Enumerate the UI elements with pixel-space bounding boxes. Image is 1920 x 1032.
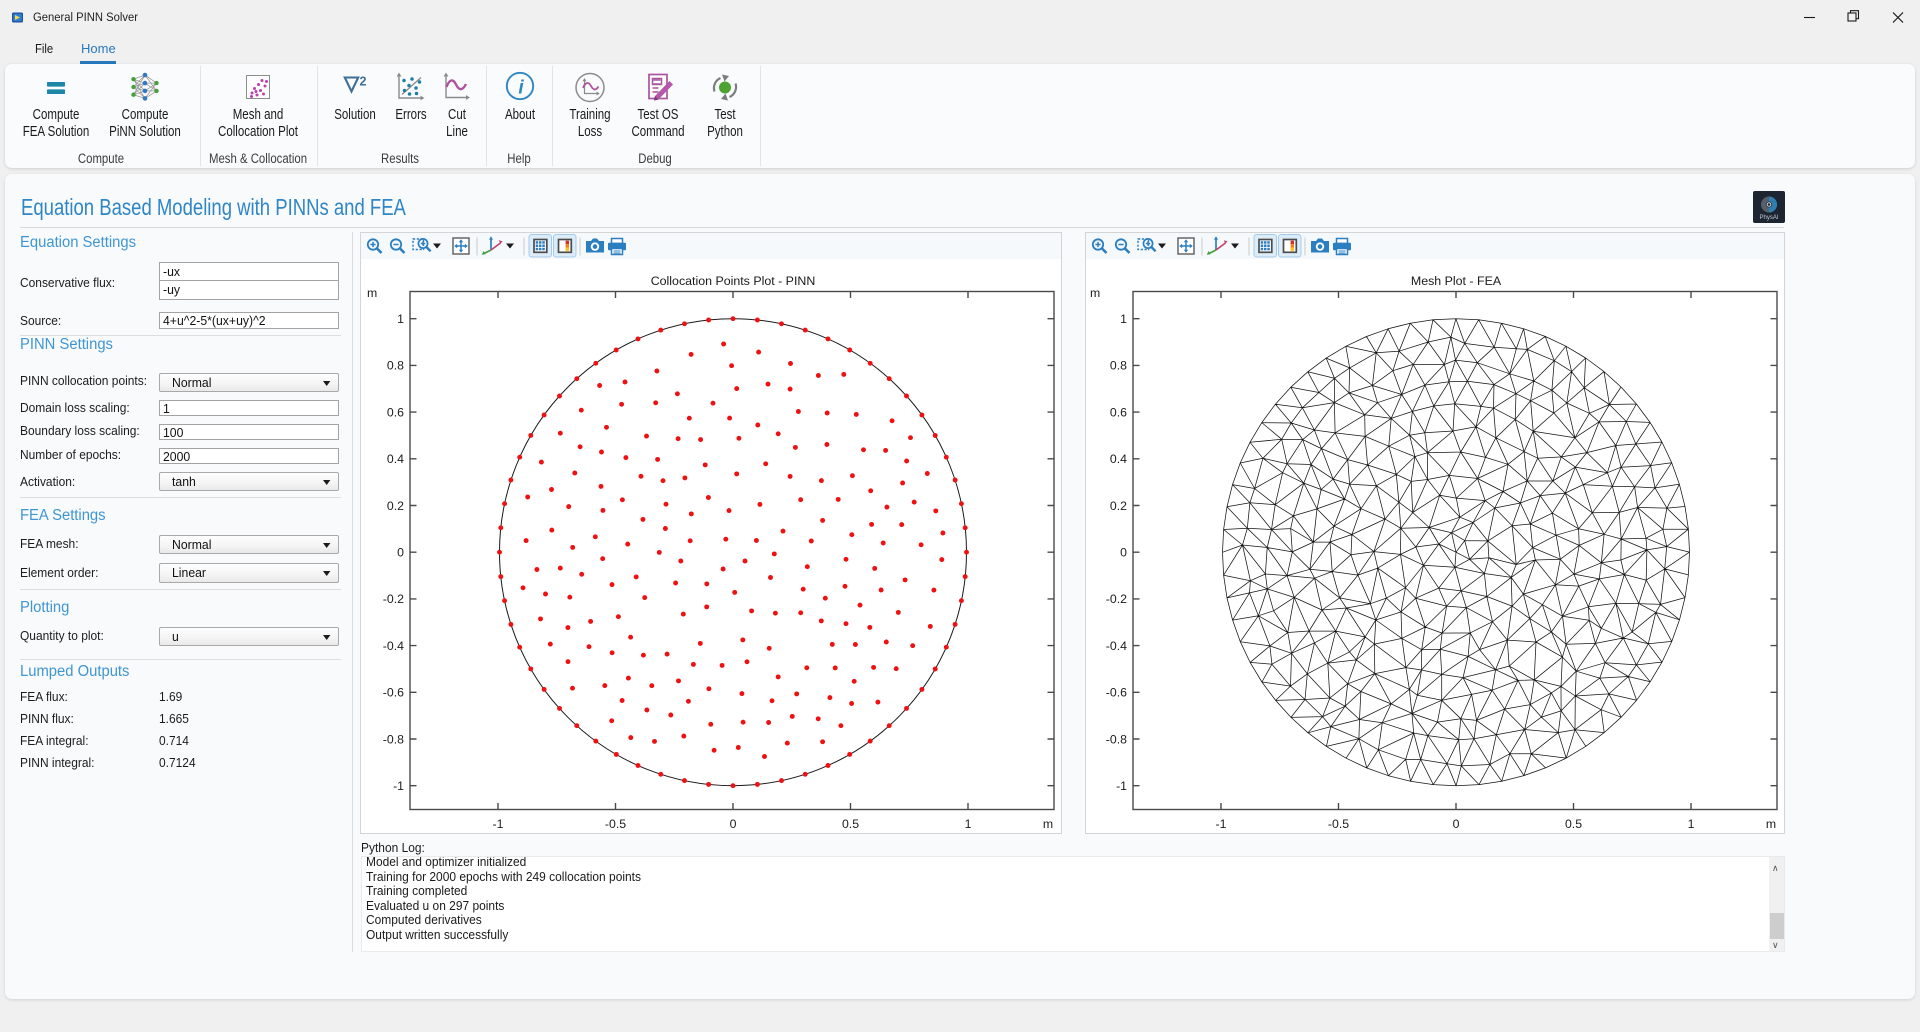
svg-text:m: m — [367, 286, 377, 300]
svg-text:-0.6: -0.6 — [1106, 686, 1127, 700]
svg-text:-0.2: -0.2 — [383, 592, 404, 606]
svg-text:0.5: 0.5 — [842, 817, 859, 831]
svg-text:-0.4: -0.4 — [383, 639, 404, 653]
svg-text:0: 0 — [1453, 817, 1460, 831]
svg-text:-0.6: -0.6 — [383, 686, 404, 700]
svg-text:0.4: 0.4 — [1110, 452, 1127, 466]
svg-text:0.8: 0.8 — [387, 359, 404, 373]
svg-text:0.2: 0.2 — [387, 499, 404, 513]
svg-text:Collocation Points Plot - PINN: Collocation Points Plot - PINN — [651, 274, 816, 288]
svg-text:-0.4: -0.4 — [1106, 639, 1127, 653]
svg-text:-0.8: -0.8 — [383, 732, 404, 746]
svg-text:-1: -1 — [393, 779, 404, 793]
svg-text:-0.8: -0.8 — [1106, 732, 1127, 746]
svg-text:-1: -1 — [1116, 779, 1127, 793]
svg-text:-0.5: -0.5 — [605, 817, 626, 831]
svg-text:0.2: 0.2 — [1110, 499, 1127, 513]
svg-text:1: 1 — [397, 312, 404, 326]
svg-text:0.8: 0.8 — [1110, 359, 1127, 373]
svg-text:-0.2: -0.2 — [1106, 592, 1127, 606]
svg-text:0.5: 0.5 — [1565, 817, 1582, 831]
svg-text:0: 0 — [397, 546, 404, 560]
svg-text:m: m — [1090, 286, 1100, 300]
svg-text:-0.5: -0.5 — [1328, 817, 1349, 831]
svg-text:1: 1 — [965, 817, 972, 831]
svg-text:m: m — [1043, 817, 1053, 831]
svg-text:1: 1 — [1120, 312, 1127, 326]
svg-text:-1: -1 — [1216, 817, 1227, 831]
svg-text:m: m — [1766, 817, 1776, 831]
svg-text:1: 1 — [1688, 817, 1695, 831]
svg-text:Mesh Plot - FEA: Mesh Plot - FEA — [1411, 274, 1502, 288]
svg-text:0.6: 0.6 — [387, 405, 404, 419]
svg-text:0.6: 0.6 — [1110, 405, 1127, 419]
svg-text:0: 0 — [1120, 546, 1127, 560]
svg-text:-1: -1 — [493, 817, 504, 831]
svg-text:0.4: 0.4 — [387, 452, 404, 466]
svg-text:0: 0 — [730, 817, 737, 831]
